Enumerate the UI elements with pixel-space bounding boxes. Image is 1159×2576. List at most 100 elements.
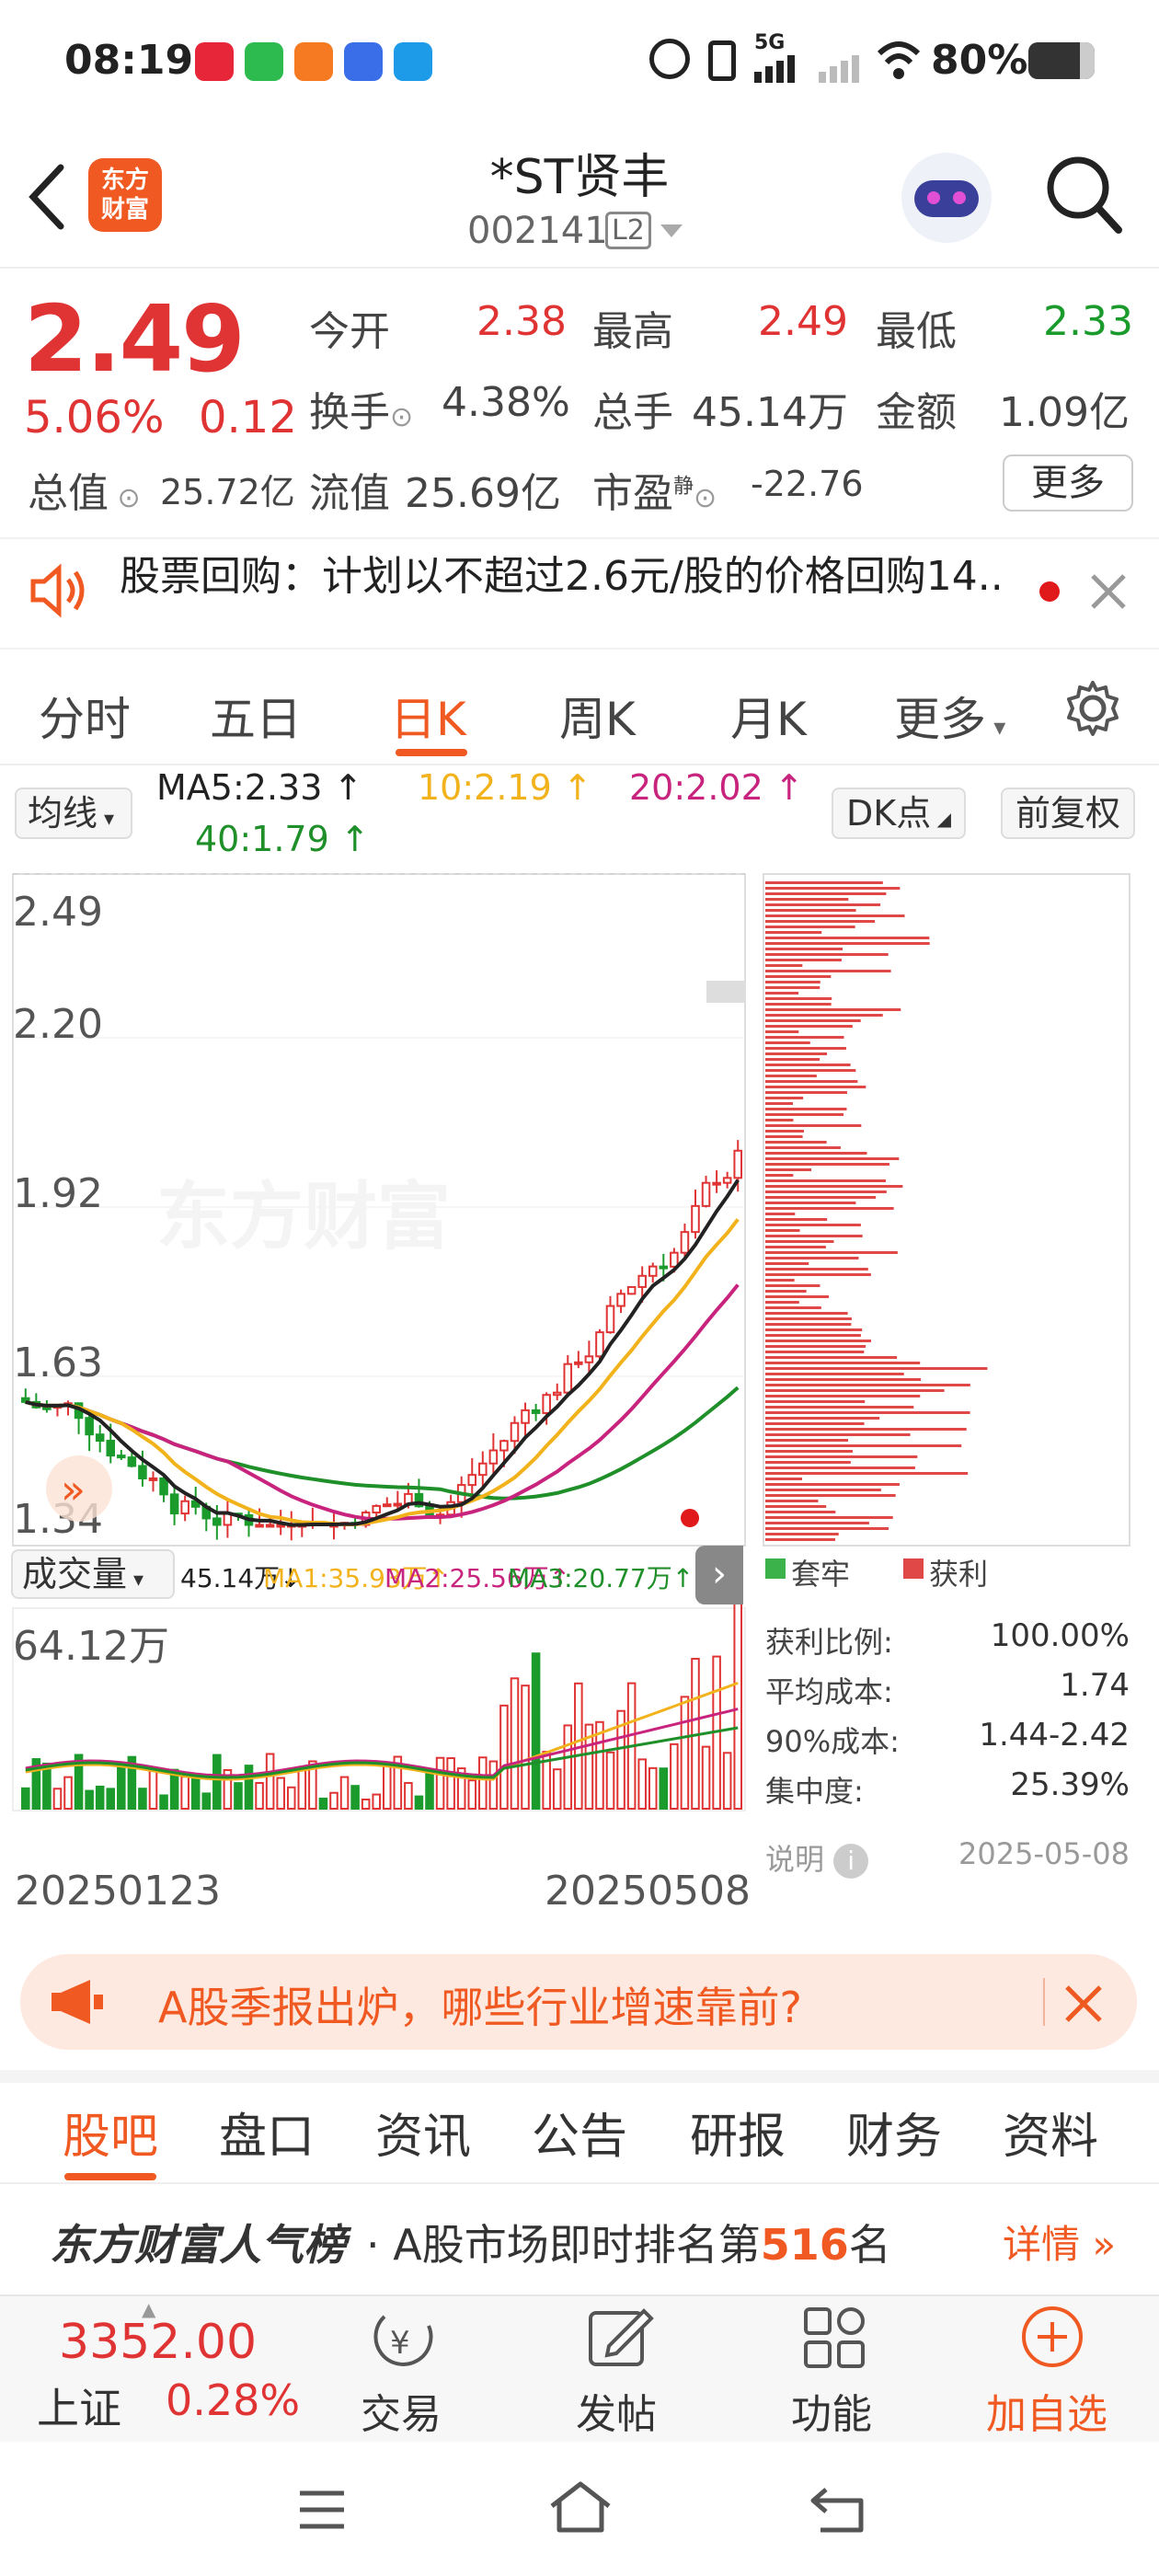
- functions-grid-icon[interactable]: [802, 2306, 866, 2370]
- search-icon[interactable]: [1045, 155, 1124, 237]
- chip-bar: [765, 1406, 914, 1409]
- chip-bar: [765, 1279, 795, 1282]
- level2-badge[interactable]: L2: [605, 212, 651, 249]
- chip-bar: [765, 1483, 900, 1486]
- tab-announcements[interactable]: 公告: [532, 2098, 627, 2167]
- candle-body: [159, 1477, 168, 1496]
- volume-value: 45.14万: [692, 389, 848, 436]
- close-icon[interactable]: [1063, 1984, 1104, 2024]
- volume-bar: [350, 1785, 360, 1810]
- candle-body: [169, 1493, 179, 1515]
- chip-bar: [765, 1478, 803, 1480]
- home-icon[interactable]: [546, 2478, 614, 2536]
- chip-bar: [765, 1052, 828, 1055]
- rank-details-link[interactable]: 详情 »: [1003, 2214, 1116, 2270]
- tab-daily-k[interactable]: 日K: [390, 683, 466, 749]
- dk-point-button[interactable]: DK点 ◢: [832, 788, 966, 839]
- market-cap-value: 25.72亿: [160, 472, 295, 512]
- tab-monthly-k[interactable]: 月K: [730, 683, 807, 749]
- functions-label[interactable]: 功能: [791, 2381, 872, 2440]
- section-gap: [0, 2070, 1159, 2083]
- chip-bar: [765, 1422, 865, 1425]
- axis-label-2: 2.20: [13, 1001, 103, 1048]
- volume-bar: [488, 1760, 499, 1810]
- tab-financials[interactable]: 财务: [846, 2098, 942, 2167]
- volume-bar: [52, 1788, 63, 1810]
- robot-assistant-icon[interactable]: [901, 153, 992, 243]
- explain-link[interactable]: 说明 i: [765, 1836, 869, 1879]
- chip-bar: [765, 964, 803, 967]
- post-label[interactable]: 发帖: [576, 2381, 657, 2440]
- ma20-line: [25, 1283, 740, 1522]
- volume-bar: [425, 1770, 434, 1810]
- axis-label-3: 1.92: [13, 1170, 103, 1217]
- add-watchlist-icon[interactable]: [1019, 2304, 1085, 2370]
- price-adjust-button[interactable]: 前复权: [1001, 788, 1135, 839]
- close-icon[interactable]: [1089, 572, 1128, 611]
- chip-bar: [765, 903, 881, 906]
- rank-text: · A股市场即时排名第516名: [366, 2220, 891, 2270]
- chip-bar: [765, 1146, 841, 1149]
- divider: [0, 267, 1159, 269]
- add-watchlist-label[interactable]: 加自选: [986, 2381, 1107, 2440]
- loss-legend-label: 套牢: [791, 1557, 851, 1592]
- settings-gear-icon[interactable]: [1063, 679, 1122, 738]
- trade-icon[interactable]: ¥: [368, 2307, 442, 2372]
- chip-bar: [765, 1362, 921, 1364]
- tab-forum[interactable]: 股吧: [63, 2098, 158, 2167]
- more-button[interactable]: 更多: [1003, 454, 1133, 512]
- tab-research[interactable]: 研报: [690, 2098, 786, 2167]
- profit-ratio-value: 100.00%: [990, 1617, 1130, 1654]
- notice-text[interactable]: 股票回购：计划以不超过2.6元/股的价格回购14..: [120, 543, 1039, 602]
- chip-bar: [765, 1328, 863, 1331]
- tab-weekly-k[interactable]: 周K: [559, 683, 636, 749]
- ma40-line: [25, 1386, 740, 1501]
- volume-bar: [117, 1763, 126, 1810]
- volume-bar: [446, 1757, 455, 1810]
- tab-five-day[interactable]: 五日: [210, 683, 302, 749]
- back-nav-icon[interactable]: [808, 2484, 868, 2536]
- volume-bar: [85, 1789, 94, 1810]
- volume-select[interactable]: 成交量 ▾: [11, 1549, 175, 1599]
- candle-body: [595, 1331, 604, 1358]
- tab-orderbook[interactable]: 盘口: [219, 2098, 315, 2167]
- trade-label[interactable]: 交易: [361, 2381, 442, 2440]
- chip-bar: [765, 926, 855, 928]
- index-value[interactable]: 3352.00: [59, 2315, 257, 2370]
- chip-bar: [765, 898, 849, 901]
- volume-bar: [637, 1758, 647, 1811]
- chip-bar: [765, 1157, 900, 1160]
- chip-bar: [765, 986, 820, 989]
- expand-panel-chevron-icon[interactable]: ›: [695, 1546, 743, 1604]
- index-name[interactable]: 上证: [37, 2375, 121, 2436]
- volume-bar: [414, 1795, 424, 1811]
- chip-bar: [765, 1378, 922, 1381]
- volume-bar: [563, 1724, 573, 1811]
- kline-chart[interactable]: 东方财富 2.49 2.20 1.92 1.63 1.34 » 64.12万 2…: [0, 865, 1159, 1923]
- wifi-icon: [877, 41, 921, 79]
- volume-bar: [339, 1776, 350, 1810]
- chart-watermark: 东方财富: [156, 1174, 451, 1259]
- tab-news[interactable]: 资讯: [375, 2098, 471, 2167]
- tab-more[interactable]: 更多 ▾: [894, 683, 1005, 749]
- promo-banner-text[interactable]: A股季报出炉，哪些行业增速靠前?: [158, 1974, 802, 2035]
- candle-body: [478, 1462, 488, 1477]
- popularity-rank-brand: 东方财富人气榜: [50, 2220, 346, 2270]
- menu-icon[interactable]: [296, 2488, 348, 2532]
- chip-bar: [765, 1273, 871, 1276]
- tab-profile[interactable]: 资料: [1003, 2098, 1098, 2167]
- chip-bar: [765, 1522, 869, 1524]
- open-label: 今开: [309, 308, 390, 355]
- post-edit-icon[interactable]: [585, 2304, 655, 2370]
- chip-bar: [765, 1351, 865, 1353]
- volume-bar: [510, 1677, 520, 1810]
- amount-label: 金额: [876, 389, 957, 436]
- tab-intraday[interactable]: 分时: [39, 683, 131, 749]
- ma-select[interactable]: 均线 ▾: [15, 788, 132, 839]
- chip-bar: [765, 1240, 834, 1243]
- index-change[interactable]: 0.28%: [166, 2375, 300, 2425]
- chip-bar: [765, 1455, 918, 1458]
- volume-bar: [265, 1753, 275, 1810]
- chevron-down-icon[interactable]: [659, 223, 684, 241]
- volume-bar: [329, 1791, 339, 1810]
